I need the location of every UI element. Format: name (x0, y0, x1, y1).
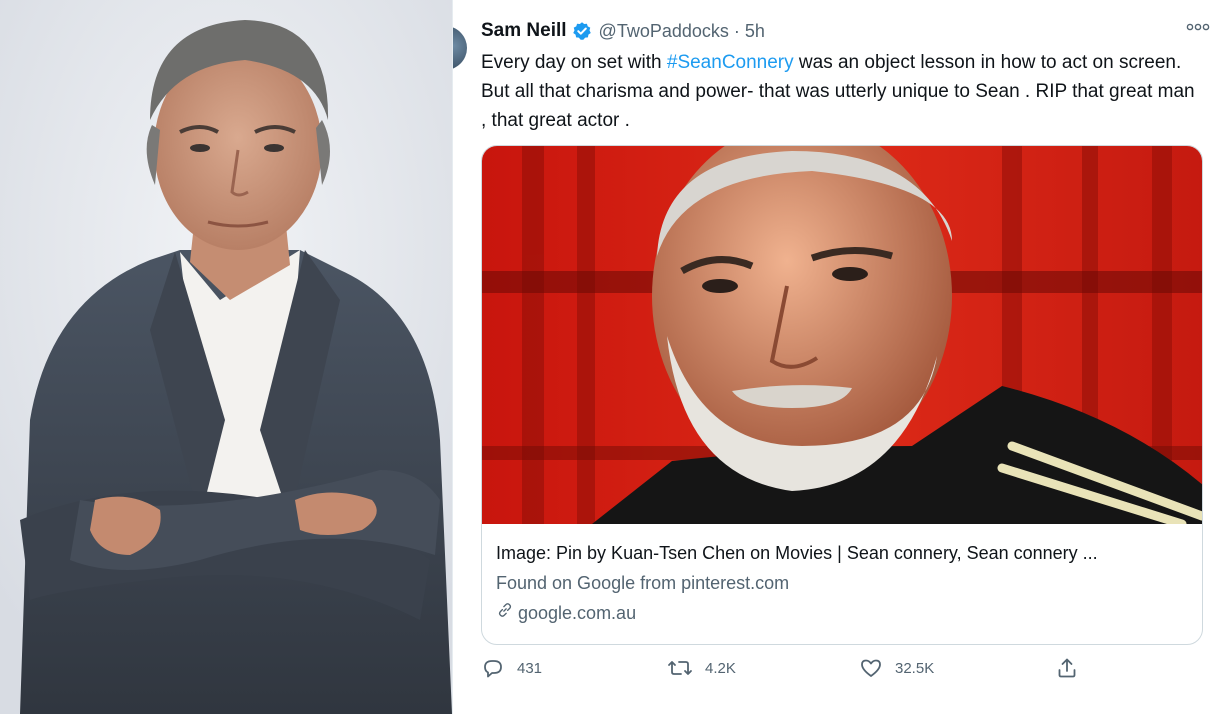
card-title[interactable]: Image: Pin by Kuan-Tsen Chen on Movies |… (496, 538, 1186, 568)
portrait-photo (0, 0, 452, 714)
author-avatar[interactable] (453, 26, 467, 70)
tweet-panel: Sam Neill @TwoPaddocks · 5h Every day on… (452, 0, 1224, 714)
author-handle[interactable]: @TwoPaddocks (599, 21, 729, 42)
tweet-actions: 431 4.2K 32.5K (481, 656, 1203, 690)
hashtag-link[interactable]: #SeanConnery (667, 52, 794, 73)
more-icon[interactable] (1186, 16, 1210, 37)
share-icon (1055, 656, 1079, 680)
like-count: 32.5K (895, 659, 935, 677)
link-icon (496, 598, 514, 628)
like-button[interactable]: 32.5K (859, 656, 934, 680)
link-card[interactable]: Image: Pin by Kuan-Tsen Chen on Movies |… (481, 145, 1203, 645)
tweet-text: Every day on set with #SeanConnery was a… (481, 48, 1197, 135)
retweet-count: 4.2K (705, 659, 736, 677)
reply-icon (481, 656, 505, 680)
card-meta: Image: Pin by Kuan-Tsen Chen on Movies |… (496, 538, 1186, 628)
author-name[interactable]: Sam Neill (481, 20, 567, 42)
reply-count: 431 (517, 659, 543, 677)
retweet-button[interactable]: 4.2K (667, 656, 736, 680)
card-photo-illustration (482, 146, 1202, 524)
tweet-header: Sam Neill @TwoPaddocks · 5h (481, 18, 765, 44)
separator-dot: · (733, 20, 740, 41)
tweet-timestamp[interactable]: 5h (745, 21, 765, 42)
card-domain[interactable]: google.com.au (496, 598, 1186, 628)
card-domain-text: google.com.au (518, 603, 637, 623)
like-icon (859, 656, 883, 680)
share-button[interactable] (1055, 656, 1079, 680)
card-image[interactable] (482, 146, 1202, 524)
retweet-icon (667, 656, 693, 680)
portrait-illustration (0, 0, 452, 714)
tweet-text-start: Every day on set with (481, 52, 667, 73)
card-description: Found on Google from pinterest.com (496, 573, 790, 593)
verified-badge-icon (572, 21, 592, 41)
reply-button[interactable]: 431 (481, 656, 542, 680)
